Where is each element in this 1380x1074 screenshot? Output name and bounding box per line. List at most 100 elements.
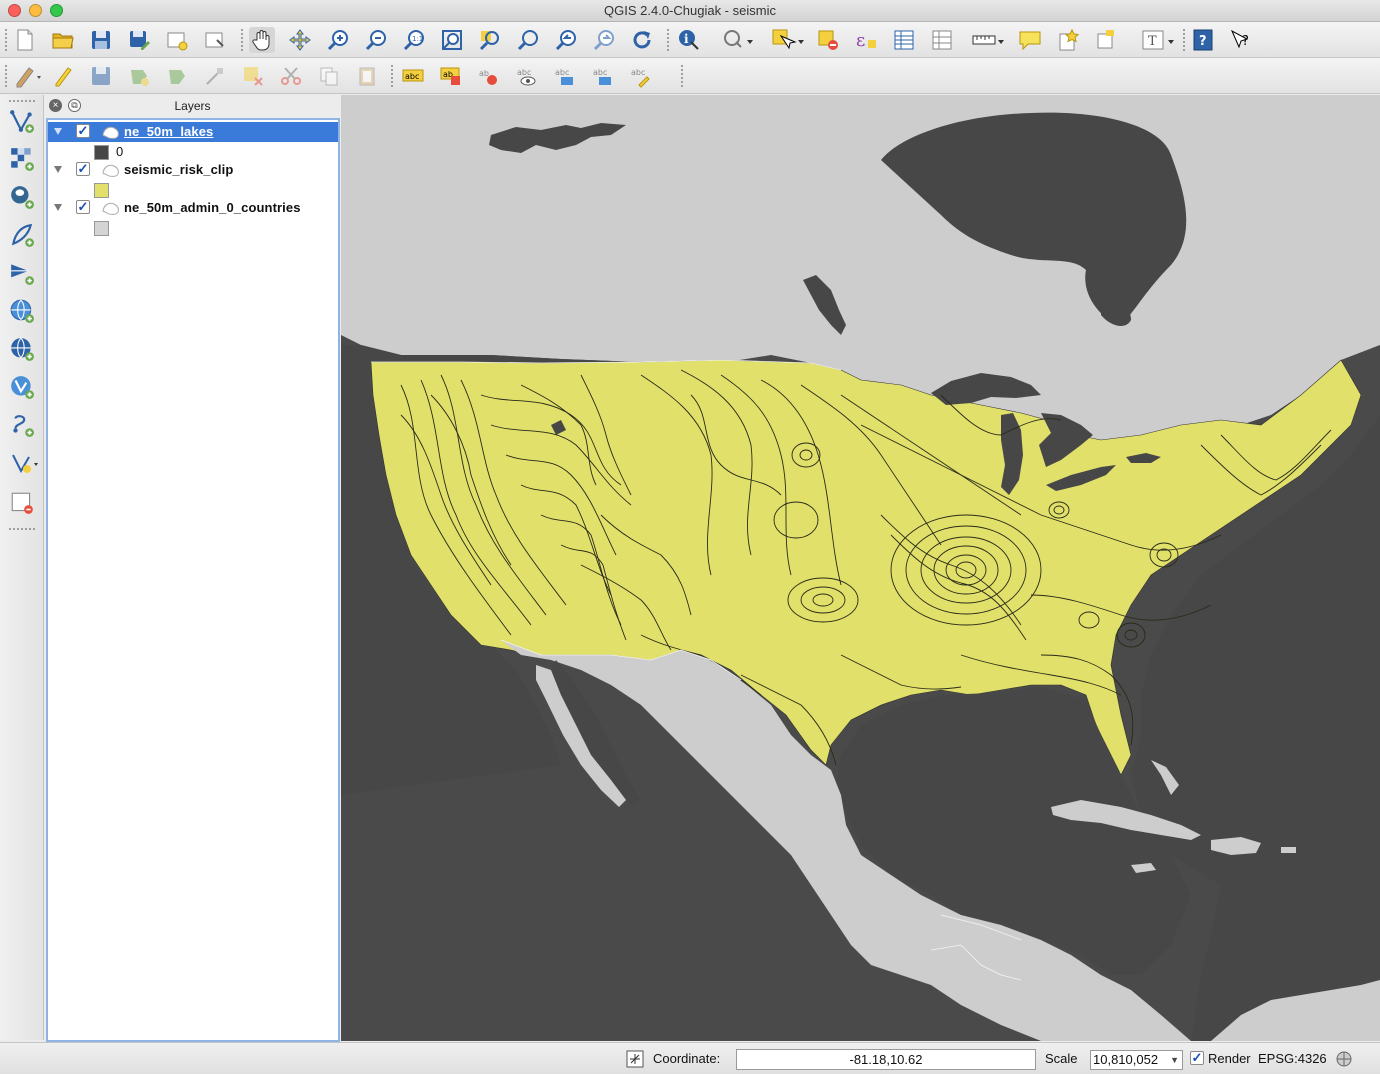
status-bar: Coordinate: -81.18,10.62 Scale 10,810,05… [0,1042,1380,1074]
save-project-icon[interactable] [88,27,114,53]
zoom-in-icon[interactable] [325,27,351,53]
expand-toggle-icon[interactable] [54,204,62,211]
toolbar-grip[interactable] [8,99,36,103]
zoom-next-icon[interactable] [591,27,617,53]
move-feature-icon[interactable] [164,63,190,89]
label-highlight-icon[interactable]: ab [438,63,464,89]
layer-row-ne-50m-admin-0-countries[interactable]: ✓ ne_50m_admin_0_countries [48,198,338,218]
scale-label: Scale [1045,1051,1078,1066]
crs-status[interactable]: EPSG:4326 [1258,1051,1327,1066]
add-wfs-layer-icon[interactable] [8,373,36,401]
open-project-icon[interactable] [50,27,76,53]
map-tips-icon[interactable] [1017,27,1043,53]
toolbar-grip[interactable] [4,64,8,88]
manage-layers-toolbar [0,95,44,1040]
layer-tree[interactable]: ✓ ne_50m_lakes 0 ✓ seismic_risk_clip ✓ n… [46,118,340,1042]
map-view[interactable] [341,95,1380,1041]
crs-globe-icon[interactable] [1335,1050,1353,1068]
layer-visibility-checkbox[interactable]: ✓ [76,124,90,138]
new-shapefile-icon[interactable] [8,449,42,477]
paste-features-icon[interactable] [354,63,380,89]
composer-manager-icon[interactable] [202,27,228,53]
identify-icon[interactable]: i [676,27,702,53]
cut-features-icon[interactable] [278,63,304,89]
close-window-button[interactable] [8,4,21,17]
new-print-composer-icon[interactable] [164,27,190,53]
show-bookmarks-icon[interactable] [1093,27,1119,53]
add-delimited-text-icon[interactable] [8,411,36,439]
toggle-extents-icon[interactable] [626,1050,644,1068]
remove-layer-icon[interactable] [8,489,36,517]
add-vector-layer-icon[interactable] [8,107,36,135]
pin-label-icon[interactable]: ab [476,63,502,89]
node-tool-icon[interactable] [202,63,228,89]
window-title: QGIS 2.4.0-Chugiak - seismic [604,3,776,18]
text-annotation-icon[interactable]: T [1140,27,1176,53]
close-panel-icon[interactable]: × [49,99,62,112]
toolbar-grip[interactable] [240,28,244,52]
coordinate-input[interactable]: -81.18,10.62 [736,1049,1036,1070]
chevron-down-icon: ▼ [1170,1055,1179,1065]
toggle-editing-icon[interactable] [50,63,76,89]
layer-visibility-checkbox[interactable]: ✓ [76,200,90,214]
zoom-full-icon[interactable] [439,27,465,53]
whats-this-icon[interactable]: ? [1228,27,1254,53]
zoom-last-icon[interactable] [553,27,579,53]
layer-row-seismic-risk-clip[interactable]: ✓ seismic_risk_clip [48,160,338,180]
toolbar-grip[interactable] [8,527,36,531]
delete-selected-icon[interactable] [240,63,266,89]
change-label-icon[interactable]: abc [628,63,654,89]
zoom-out-icon[interactable] [363,27,389,53]
toolbar-grip[interactable] [4,28,8,52]
add-mssql-layer-icon[interactable] [8,259,36,287]
svg-text:abc: abc [631,68,645,77]
toolbar-grip[interactable] [680,64,684,88]
zoom-window-button[interactable] [50,4,63,17]
show-hide-labels-icon[interactable]: abc [514,63,540,89]
expand-toggle-icon[interactable] [54,166,62,173]
add-feature-icon[interactable] [126,63,152,89]
new-bookmark-icon[interactable] [1055,27,1081,53]
refresh-icon[interactable] [629,27,655,53]
svg-text:ab: ab [479,69,489,78]
float-panel-icon[interactable]: ⧉ [68,99,81,112]
expression-select-icon[interactable]: ε [853,27,879,53]
new-project-icon[interactable] [12,27,38,53]
toolbar-grip[interactable] [390,64,394,88]
copy-features-icon[interactable] [316,63,342,89]
legend-swatch [94,221,109,236]
label-icon[interactable]: abc [400,63,426,89]
rotate-label-icon[interactable]: abc [590,63,616,89]
zoom-to-selection-icon[interactable] [477,27,503,53]
scale-select[interactable]: 10,810,052 ▼ [1090,1050,1183,1070]
render-checkbox[interactable]: ✓ [1190,1051,1204,1065]
add-spatialite-layer-icon[interactable] [8,221,36,249]
add-wcs-layer-icon[interactable] [8,335,36,363]
zoom-actual-icon[interactable]: 1:1 [401,27,427,53]
svg-text:1:1: 1:1 [412,35,423,43]
add-postgis-layer-icon[interactable] [8,183,36,211]
expand-toggle-icon[interactable] [54,128,62,135]
save-as-icon[interactable] [126,27,152,53]
toolbar-grip[interactable] [666,28,670,52]
pan-to-selection-icon[interactable] [287,27,313,53]
layer-row-ne-50m-lakes[interactable]: ✓ ne_50m_lakes [48,122,338,142]
current-edits-icon[interactable] [12,63,44,89]
add-raster-layer-icon[interactable] [8,145,36,173]
measure-icon[interactable] [970,27,1006,53]
help-icon[interactable]: ? [1190,27,1216,53]
action-icon[interactable] [720,27,756,53]
pan-icon[interactable] [249,27,275,53]
map-canvas[interactable] [341,95,1380,1041]
move-label-icon[interactable]: abc [552,63,578,89]
zoom-to-layer-icon[interactable] [515,27,541,53]
save-edits-icon[interactable] [88,63,114,89]
toolbar-grip[interactable] [1182,28,1186,52]
statistics-icon[interactable] [929,27,955,53]
deselect-icon[interactable] [815,27,841,53]
layer-visibility-checkbox[interactable]: ✓ [76,162,90,176]
attribute-table-icon[interactable] [891,27,917,53]
minimize-window-button[interactable] [29,4,42,17]
select-features-icon[interactable] [770,27,806,53]
add-wms-layer-icon[interactable] [8,297,36,325]
